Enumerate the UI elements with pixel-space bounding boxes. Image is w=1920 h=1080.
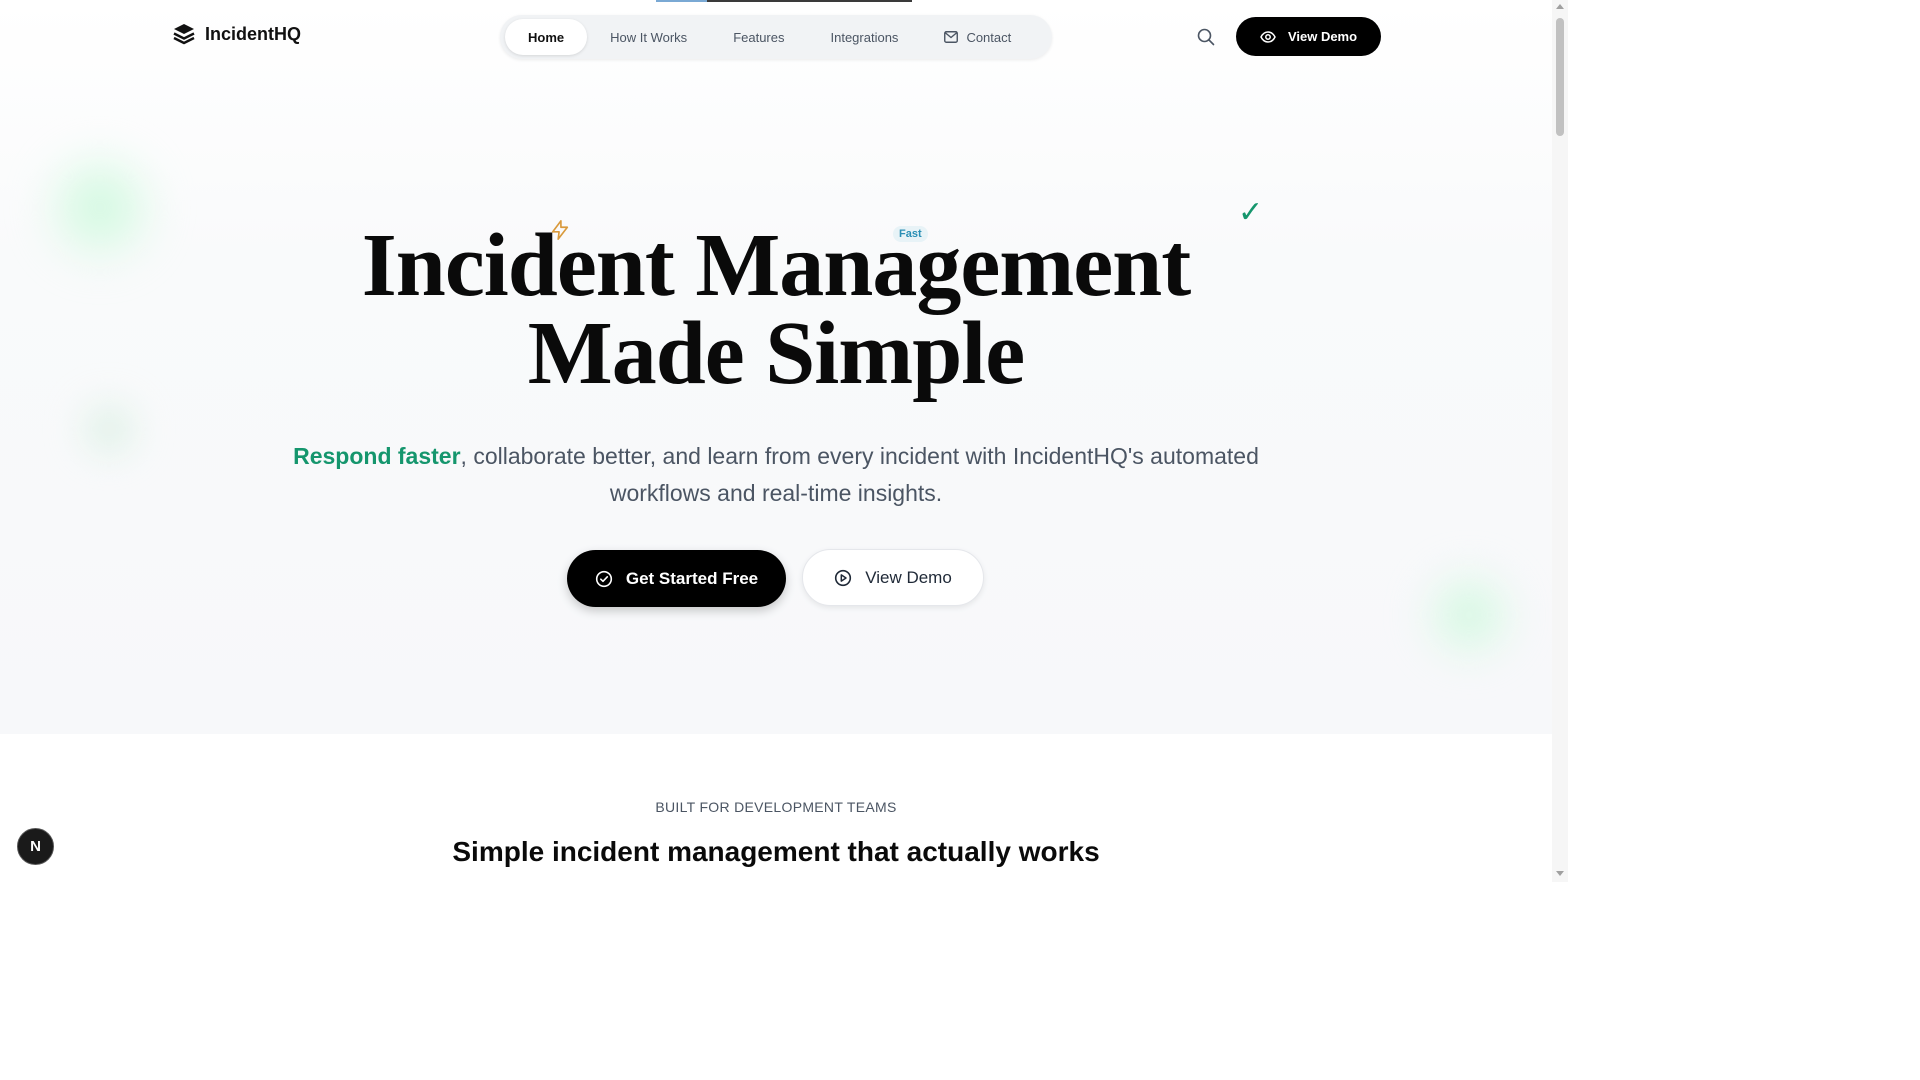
view-demo-hero-button[interactable]: View Demo (802, 549, 984, 606)
nextjs-dev-badge[interactable]: N (17, 828, 54, 865)
decorative-blob (1418, 565, 1520, 665)
hero-subtitle: Respond faster, collaborate better, and … (276, 438, 1276, 512)
check-circle-icon (595, 570, 612, 587)
view-demo-button[interactable]: View Demo (1236, 17, 1381, 56)
search-button[interactable] (1194, 25, 1218, 49)
view-demo-label: View Demo (1287, 29, 1358, 44)
main-nav: Home How It Works Features Integrations … (500, 15, 1052, 59)
hero-title-line-1: Incident Management (361, 216, 1191, 315)
page-scrollbar[interactable] (1552, 0, 1568, 882)
scrollbar-thumb[interactable] (1556, 18, 1564, 136)
hero-title-line-2: Made Simple (527, 304, 1025, 403)
page: IncidentHQ Home How It Works Features In… (0, 0, 1568, 882)
nav-item-label: Contact (966, 29, 1012, 45)
nav-item-home[interactable]: Home (505, 19, 588, 55)
decorative-blob (40, 145, 160, 270)
brand-name: IncidentHQ (205, 23, 302, 44)
get-started-button[interactable]: Get Started Free (567, 550, 786, 607)
layers-icon (173, 24, 195, 45)
nav-item-label: Home (528, 29, 565, 45)
eye-icon (1260, 30, 1276, 43)
nav-item-label: Integrations (830, 29, 899, 45)
dev-badge-letter: N (30, 838, 41, 855)
brand-logo[interactable]: IncidentHQ (172, 22, 301, 46)
decorative-blob (78, 398, 140, 460)
search-icon (1197, 28, 1215, 46)
nav-item-integrations[interactable]: Integrations (808, 19, 922, 55)
hero-title: Incident Management Made Simple (176, 216, 1376, 403)
get-started-label: Get Started Free (625, 568, 759, 588)
nav-item-how-it-works[interactable]: How It Works (587, 19, 710, 55)
hero-subtitle-text: , collaborate better, and learn from eve… (460, 443, 1259, 506)
play-circle-icon (835, 569, 852, 586)
scroll-down-arrow[interactable] (1556, 871, 1564, 876)
nav-item-features[interactable]: Features (710, 19, 807, 55)
nav-item-label: How It Works (610, 29, 688, 45)
section-title: Simple incident management that actually… (452, 836, 1100, 867)
nav-item-contact[interactable]: Contact (921, 19, 1034, 55)
top-loading-bar (656, 0, 912, 2)
nav-item-label: Features (733, 29, 785, 45)
view-demo-hero-label: View Demo (865, 567, 952, 587)
hero-subtitle-highlight: Respond faster (293, 443, 461, 469)
mail-icon (944, 31, 959, 43)
section-eyebrow: BUILT FOR DEVELOPMENT TEAMS (655, 799, 897, 815)
scroll-up-arrow[interactable] (1556, 4, 1564, 9)
